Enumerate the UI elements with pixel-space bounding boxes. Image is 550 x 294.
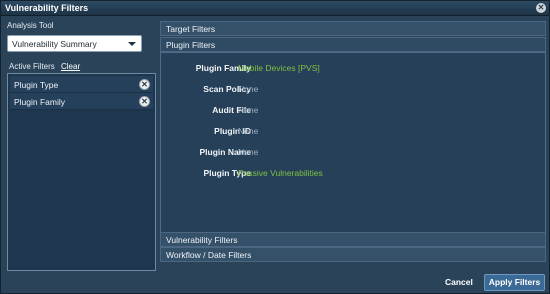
- filter-row-audit-file[interactable]: Audit File None: [161, 105, 547, 117]
- analysis-tool-value: Vulnerability Summary: [12, 39, 97, 49]
- active-filter-plugin-family[interactable]: Plugin Family ✕: [10, 93, 153, 110]
- active-filter-label: Plugin Type: [14, 80, 59, 90]
- section-plugin-filters[interactable]: Plugin Filters: [160, 37, 546, 52]
- analysis-tool-select[interactable]: Vulnerability Summary: [7, 35, 142, 52]
- remove-filter-icon[interactable]: ✕: [139, 79, 150, 90]
- analysis-tool-label: Analysis Tool: [7, 21, 54, 30]
- vulnerability-filters-dialog: Vulnerability Filters ✕ Analysis Tool Vu…: [0, 0, 550, 294]
- filter-value[interactable]: None: [238, 84, 258, 94]
- section-target-filters[interactable]: Target Filters: [160, 21, 546, 36]
- active-filter-plugin-type[interactable]: Plugin Type ✕: [10, 76, 153, 93]
- apply-filters-button[interactable]: Apply Filters: [484, 274, 545, 291]
- active-filter-label: Plugin Family: [14, 97, 66, 107]
- filter-value[interactable]: None: [238, 126, 258, 136]
- dialog-title: Vulnerability Filters: [5, 3, 89, 13]
- filter-row-plugin-family[interactable]: Plugin Family Mobile Devices [PVS]: [161, 63, 547, 75]
- filter-row-scan-policy[interactable]: Scan Policy None: [161, 84, 547, 96]
- chevron-down-icon: [128, 42, 136, 46]
- section-workflow-date-filters[interactable]: Workflow / Date Filters: [160, 247, 546, 262]
- filter-sections: Target Filters Plugin Filters Plugin Fam…: [160, 21, 546, 263]
- filter-value[interactable]: None: [238, 105, 258, 115]
- section-vulnerability-filters[interactable]: Vulnerability Filters: [160, 232, 546, 247]
- cancel-button[interactable]: Cancel: [445, 277, 473, 287]
- clear-filters-link[interactable]: Clear: [61, 62, 80, 71]
- remove-filter-icon[interactable]: ✕: [139, 96, 150, 107]
- filter-row-plugin-id[interactable]: Plugin ID None: [161, 126, 547, 138]
- filter-row-plugin-name[interactable]: Plugin Name None: [161, 147, 547, 159]
- filter-value[interactable]: Passive Vulnerabilities: [238, 168, 323, 178]
- filter-row-plugin-type[interactable]: Plugin Type Passive Vulnerabilities: [161, 168, 547, 180]
- active-filters-list: Plugin Type ✕ Plugin Family ✕: [7, 73, 156, 271]
- filter-value[interactable]: Mobile Devices [PVS]: [238, 63, 320, 73]
- active-filters-label: Active Filters: [9, 62, 55, 71]
- filter-value[interactable]: None: [238, 147, 258, 157]
- plugin-filters-panel: Plugin Family Mobile Devices [PVS] Scan …: [160, 52, 546, 251]
- close-icon[interactable]: ✕: [536, 3, 546, 13]
- title-bar: Vulnerability Filters ✕: [1, 1, 549, 16]
